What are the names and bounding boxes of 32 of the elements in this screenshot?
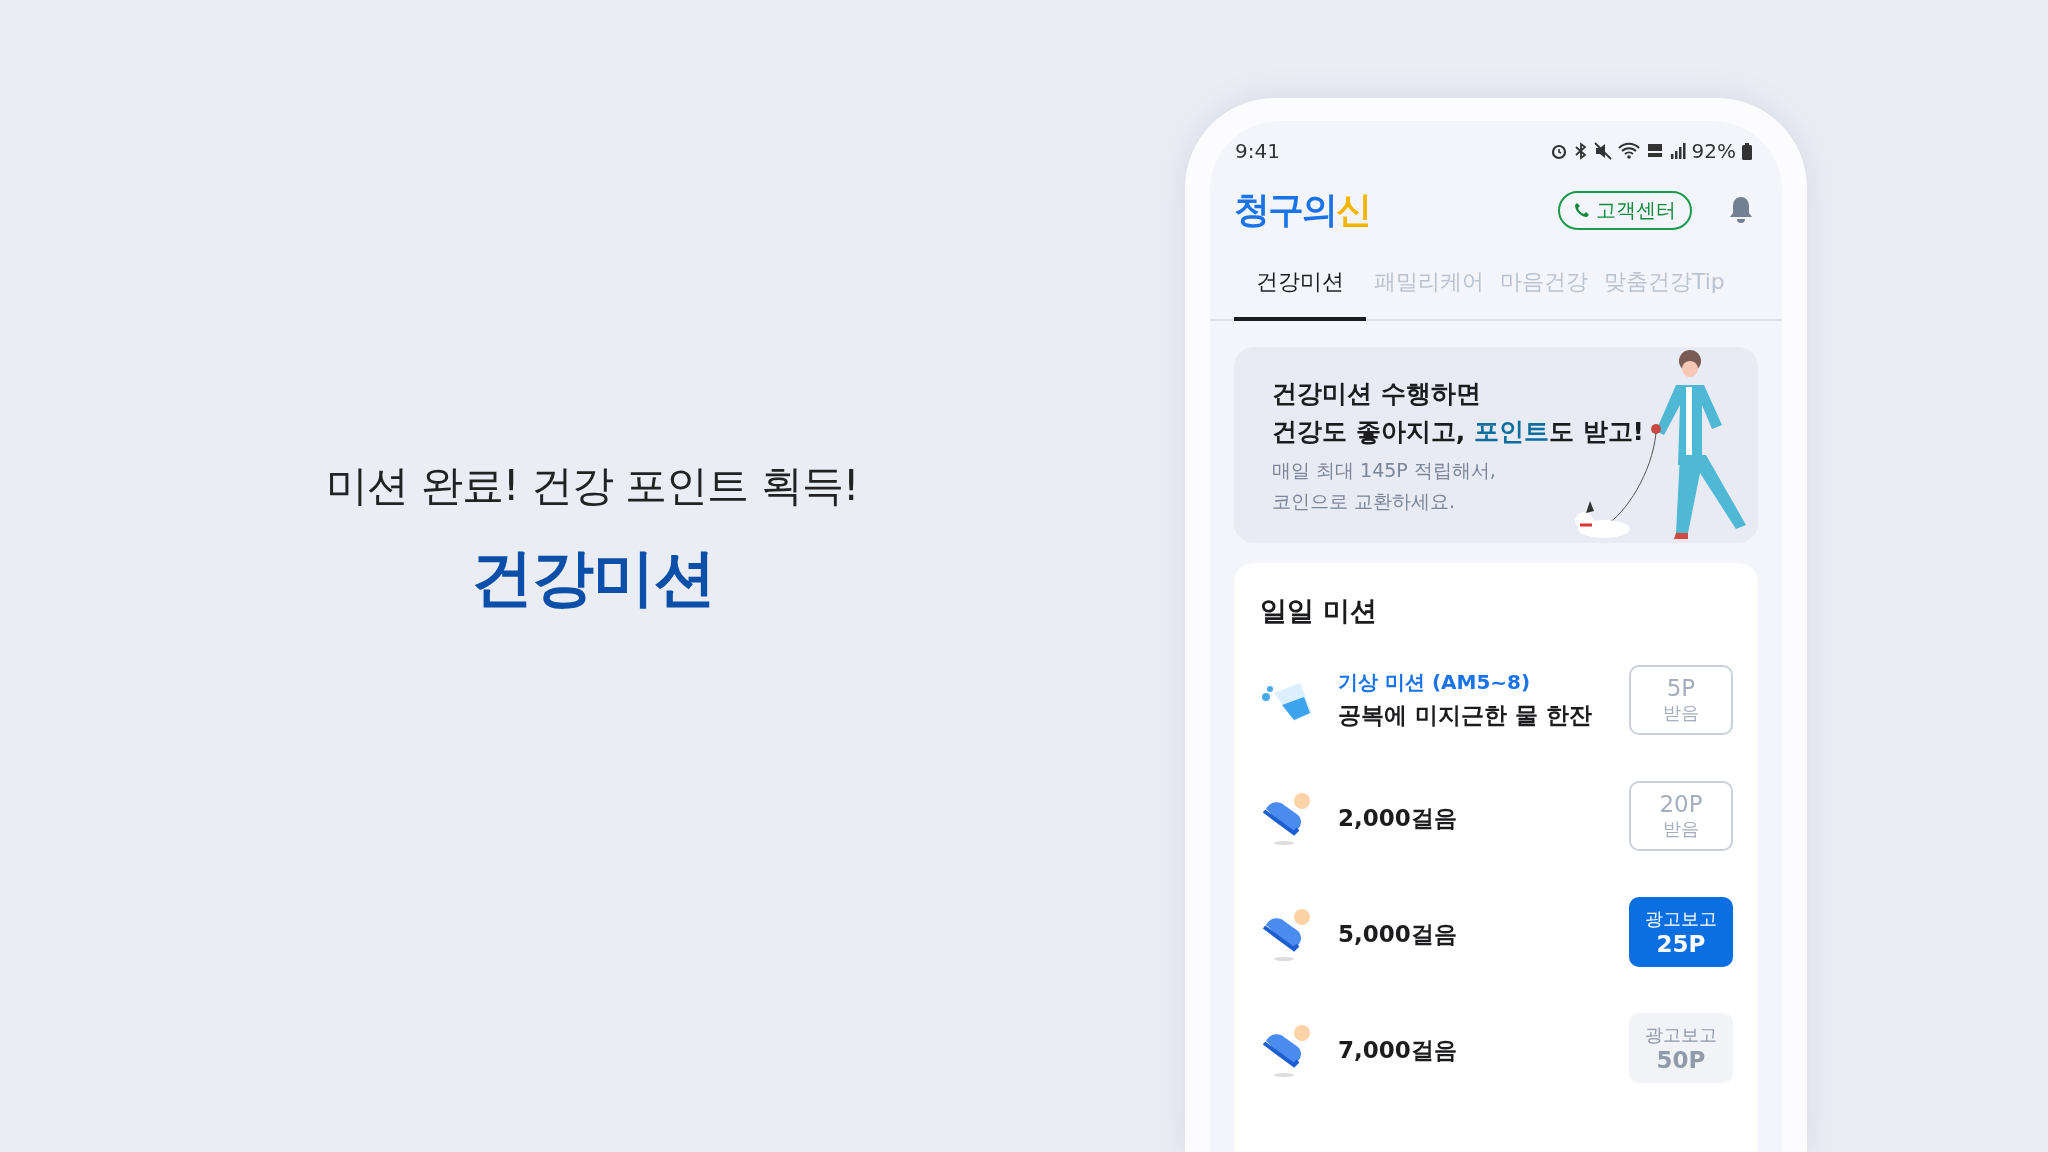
tab[interactable]: 패밀리케어 <box>1366 259 1492 321</box>
bell-icon[interactable] <box>1728 195 1754 225</box>
bluetooth-icon <box>1573 142 1588 160</box>
headline-title: 건강미션 <box>470 540 715 616</box>
reward-button[interactable]: 5P 받음 <box>1629 665 1733 735</box>
customer-center-button[interactable]: 고객센터 <box>1558 190 1692 230</box>
tab[interactable]: 맞춤건강Tip <box>1596 259 1733 321</box>
reward-button[interactable]: 광고보고 50P <box>1629 1013 1733 1083</box>
mission-title: 7,000걸음 <box>1338 1035 1458 1065</box>
wifi-icon <box>1617 142 1640 160</box>
battery-percent: 92% <box>1691 139 1736 163</box>
mission-title: 공복에 미지근한 물 한잔 <box>1338 701 1594 730</box>
tab[interactable]: 건강미션 <box>1234 259 1366 321</box>
banner-description: 코인으로 교환하세요. <box>1272 489 1457 514</box>
banner-title: 건강도 좋아지고, 포인트도 받고! <box>1272 416 1644 448</box>
reward-button[interactable]: 20P 받음 <box>1629 781 1733 851</box>
alarm-icon <box>1549 142 1568 160</box>
status-time: 9:41 <box>1235 139 1280 163</box>
banner-title: 건강미션 수행하면 <box>1272 378 1482 410</box>
headline-subtitle: 미션 완료! 건강 포인트 획득! <box>326 460 859 512</box>
section-title: 일일 미션 <box>1260 594 1379 628</box>
banner-description: 매일 최대 145P 적립해서, <box>1272 458 1497 483</box>
battery-icon <box>1742 142 1752 160</box>
signal-icon <box>1669 143 1686 159</box>
app-logo: 청구의신 <box>1234 187 1370 232</box>
tab[interactable]: 마음건강 <box>1492 259 1596 321</box>
mission-title: 2,000걸음 <box>1338 803 1458 833</box>
reward-button[interactable]: 광고보고 25P <box>1629 897 1733 967</box>
phone-icon <box>1574 202 1590 218</box>
mission-tag: 기상 미션 (AM5~8) <box>1338 669 1629 696</box>
mission-title: 5,000걸음 <box>1338 919 1458 949</box>
mute-icon <box>1593 142 1612 160</box>
